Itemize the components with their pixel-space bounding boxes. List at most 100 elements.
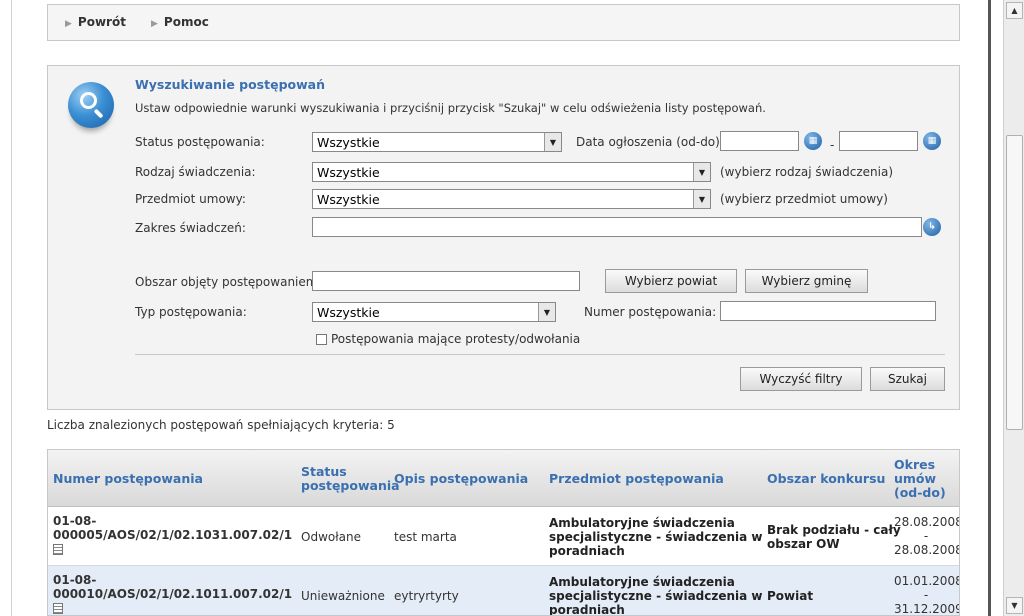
document-icon[interactable] [53,603,63,614]
row-number-line2: 000005/AOS/02/1/02.1031.007.02/1 [53,528,293,542]
row-number[interactable]: 01-08- 000010/AOS/02/1/02.1011.007.02/1 [53,573,292,615]
vertical-scrollbar[interactable]: ▲ ▼ [1003,0,1024,616]
back-link[interactable]: ▶ Powrót [65,15,126,29]
help-link[interactable]: ▶ Pomoc [151,15,209,29]
scroll-up-icon[interactable]: ▲ [1006,2,1023,19]
row-description: test marta [394,530,457,544]
procedure-type-select[interactable]: Wszystkie ▼ [312,302,556,322]
row-subject-line2: specjalistyczne - świadczenia w [549,530,763,544]
row-period-to: 31.12.2009 [894,602,960,616]
area-input[interactable] [312,271,580,291]
row-area: Powiat [767,589,813,603]
table-row[interactable]: 01-08- 000010/AOS/02/1/02.1011.007.02/1 … [48,566,960,616]
lookup-arrow-icon[interactable]: ↳ [923,218,941,236]
row-status: Unieważnione [301,589,385,603]
search-description: Ustaw odpowiednie warunki wyszukiwania i… [135,101,766,115]
chevron-down-icon[interactable]: ▼ [544,133,561,151]
date-from-input[interactable] [720,131,799,151]
table-header: Numer postępowania Status postępowania O… [48,450,959,507]
choose-county-button[interactable]: Wybierz powiat [605,269,737,293]
subject-label: Przedmiot umowy: [135,192,246,206]
row-period-to: 28.08.2008 [894,543,960,557]
column-header-area[interactable]: Obszar konkursu [767,472,885,486]
row-area-line1: Powiat [767,589,814,603]
procedure-type-label: Typ postępowania: [135,305,247,319]
row-period-from: 01.01.2008 [894,574,960,588]
status-select[interactable]: Wszystkie ▼ [312,132,562,152]
date-label: Data ogłoszenia (od-do): [576,135,724,149]
chevron-down-icon[interactable]: ▼ [693,190,710,208]
row-number-line2: 000010/AOS/02/1/02.1011.007.02/1 [53,587,293,601]
row-subject-line1: Ambulatoryjne świadczenia [549,516,735,530]
subject-select[interactable]: Wszystkie ▼ [312,189,711,209]
procedure-number-label: Numer postępowania: [584,305,717,319]
document-icon[interactable] [53,544,63,555]
help-link-label: Pomoc [163,15,209,29]
status-label: Status postępowania: [135,135,265,149]
left-border [0,0,12,616]
clear-filters-button[interactable]: Wyczyść filtry [740,367,862,391]
row-period: 01.01.2008 - 31.12.2009 [894,574,960,616]
benefit-type-hint: (wybierz rodzaj świadczenia) [720,165,894,179]
benefit-type-select[interactable]: Wszystkie ▼ [312,162,711,182]
column-header-status-line1: Status [301,464,347,479]
chevron-down-icon[interactable]: ▼ [538,303,555,321]
benefit-type-label: Rodzaj świadczenia: [135,165,256,179]
column-header-description[interactable]: Opis postępowania [394,472,528,486]
scope-input[interactable] [312,217,922,237]
choose-commune-button[interactable]: Wybierz gminę [745,269,868,293]
row-description: eytryrtyrty [394,589,459,603]
results-count: Liczba znalezionych postępowań spełniają… [47,418,395,432]
column-header-period[interactable]: Okres umów (od-do) [894,458,946,500]
procedure-number-input[interactable] [720,301,936,321]
column-header-period-line1: Okres [894,457,936,472]
triangle-right-icon: ▶ [65,19,72,29]
row-period: 28.08.2008 - 28.08.2008 [894,515,960,557]
row-period-from: 28.08.2008 [894,515,960,529]
protests-label: Postępowania mające protesty/odwołania [331,332,581,346]
row-subject-line2: specjalistyczne - świadczenia w [549,589,763,603]
date-separator: - [830,138,835,152]
column-header-period-line3: (od-do) [894,485,946,500]
back-link-label: Powrót [77,15,126,29]
column-header-period-line2: umów [894,471,937,486]
subject-hint: (wybierz przedmiot umowy) [720,192,888,206]
row-subject-line1: Ambulatoryjne świadczenia [549,575,735,589]
row-subject-line3: poradniach [549,544,625,558]
right-border [988,0,991,616]
calendar-to-icon[interactable]: ▦ [923,132,941,150]
date-to-input[interactable] [839,131,918,151]
row-status: Odwołane [301,530,361,544]
row-area-line2: obszar OW [767,537,840,551]
panel-divider [135,354,945,355]
calendar-from-icon[interactable]: ▦ [804,132,822,150]
top-nav-bar: ▶ Powrót ▶ Pomoc [47,4,960,41]
scroll-down-icon[interactable]: ▼ [1006,597,1023,614]
chevron-down-icon[interactable]: ▼ [693,163,710,181]
status-select-value: Wszystkie [317,135,380,150]
column-header-status-line2: postępowania [301,478,400,493]
magnifier-icon [68,82,114,128]
column-header-status[interactable]: Status postępowania [301,465,400,493]
row-subject-line3: poradniach [549,603,625,616]
row-area: Brak podziału - cały obszar OW [767,523,901,551]
scroll-thumb[interactable] [1006,135,1023,430]
row-subject: Ambulatoryjne świadczenia specjalistyczn… [549,575,763,616]
table-row[interactable]: 01-08- 000005/AOS/02/1/02.1031.007.02/1 … [48,507,960,566]
column-header-number[interactable]: Numer postępowania [53,472,203,486]
row-number-line1: 01-08- [53,514,97,528]
row-period-sep: - [923,529,929,543]
search-title: Wyszukiwanie postępowań [135,77,325,92]
protests-checkbox[interactable] [316,334,327,345]
area-label: Obszar objęty postępowaniem: [135,275,322,289]
row-number[interactable]: 01-08- 000005/AOS/02/1/02.1031.007.02/1 [53,514,292,556]
column-header-subject[interactable]: Przedmiot postępowania [549,472,724,486]
scope-label: Zakres świadczeń: [135,221,246,235]
search-panel: Wyszukiwanie postępowań Ustaw odpowiedni… [47,65,960,410]
search-button[interactable]: Szukaj [870,367,945,391]
subject-value: Wszystkie [317,192,380,207]
row-number-line1: 01-08- [53,573,97,587]
triangle-right-icon: ▶ [151,19,158,29]
results-table: Numer postępowania Status postępowania O… [47,449,960,616]
row-period-sep: - [923,588,929,602]
